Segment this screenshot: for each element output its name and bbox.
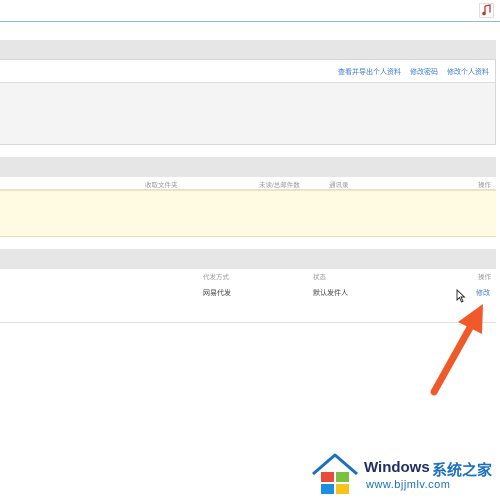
view-export-profile-link[interactable]: 查看并导出个人资料 [338,67,401,77]
edit-sender-link[interactable]: 修改 [476,288,490,298]
profile-links-row: 查看并导出个人资料 修改密码 修改个人资料 [0,60,495,83]
music-icon[interactable] [479,3,494,18]
folders-empty-row [0,190,496,237]
col-actions: 操作 [478,182,491,189]
col-contacts: 通讯录 [329,182,349,189]
windows-logo-icon [311,452,359,496]
watermark-brand: Windows [364,459,430,476]
change-password-link[interactable]: 修改密码 [410,67,438,77]
col-unread-total: 未读/总邮件数 [259,182,300,189]
status-cell: 默认发件人 [313,290,348,297]
top-bar [0,0,500,22]
section-header-folders [0,157,496,177]
section-header-profile [0,40,496,60]
profile-panel: 查看并导出个人资料 修改密码 修改个人资料 [0,59,496,145]
folders-table-header: 收取文件夹 未读/总邮件数 通讯录 操作 [0,177,496,190]
col-send-method: 代发方式 [203,274,229,281]
edit-profile-link[interactable]: 修改个人资料 [447,67,489,77]
col-status: 状态 [313,274,326,281]
col-receive-folder: 收取文件夹 [145,182,178,189]
col-actions: 操作 [478,274,491,281]
annotation-arrow-icon [420,300,490,405]
section-header-senders [0,249,496,269]
watermark-url: www.bjjmlv.com [366,479,451,491]
send-method-cell: 网易代发 [203,290,231,297]
watermark-suffix: 系统之家 [432,462,493,479]
